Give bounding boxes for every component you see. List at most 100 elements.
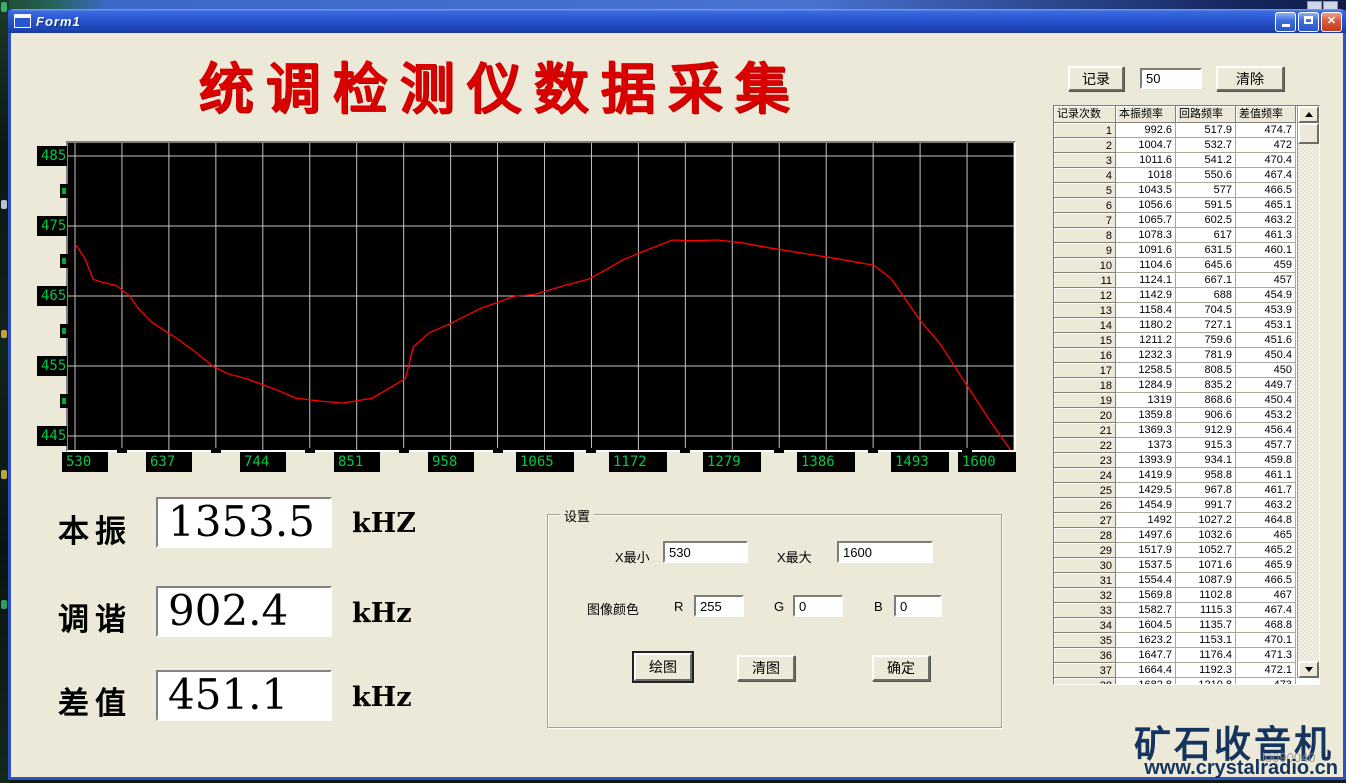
row-index-cell: 36	[1054, 648, 1116, 663]
y-axis-minor-tick	[60, 184, 72, 198]
table-scrollbar[interactable]	[1297, 106, 1319, 678]
g-input[interactable]	[793, 595, 843, 617]
row-index-cell: 12	[1054, 288, 1116, 303]
record-count-input[interactable]	[1140, 68, 1202, 89]
table-row[interactable]: 341604.51135.7468.8	[1054, 618, 1319, 633]
table-row[interactable]: 261454.9991.7463.2	[1054, 498, 1319, 513]
window-titlebar[interactable]: Form1 ✕	[8, 9, 1346, 33]
clear-records-button[interactable]: 清除	[1216, 66, 1284, 91]
x-axis-tick-label: 851	[334, 452, 380, 472]
table-row[interactable]: 61056.6591.5465.1	[1054, 198, 1319, 213]
data-cell: 1043.5	[1116, 183, 1176, 198]
table-row[interactable]: 301537.51071.6465.9	[1054, 558, 1319, 573]
data-cell: 453.1	[1236, 318, 1296, 333]
table-row[interactable]: 331582.71115.3467.4	[1054, 603, 1319, 618]
table-row[interactable]: 361647.71176.4471.3	[1054, 648, 1319, 663]
record-button[interactable]: 记录	[1068, 66, 1124, 91]
y-axis-tick-label: 445	[37, 426, 67, 446]
table-row[interactable]: 221373915.3457.7	[1054, 438, 1319, 453]
x-axis-tick-label: 1065	[516, 452, 574, 472]
table-row[interactable]: 1992.6517.9474.7	[1054, 123, 1319, 138]
x-axis-minor-tick	[493, 448, 503, 453]
table-row[interactable]: 121142.9688454.9	[1054, 288, 1319, 303]
table-row[interactable]: 111124.1667.1457	[1054, 273, 1319, 288]
data-cell: 1454.9	[1116, 498, 1176, 513]
minimize-button[interactable]	[1275, 12, 1296, 32]
data-cell: 1211.2	[1116, 333, 1176, 348]
data-cell: 472.1	[1236, 663, 1296, 678]
data-cell: 465.9	[1236, 558, 1296, 573]
data-cell: 465.2	[1236, 543, 1296, 558]
table-row[interactable]: 281497.61032.6465	[1054, 528, 1319, 543]
x-axis-minor-tick	[399, 448, 409, 453]
data-cell: 1393.9	[1116, 453, 1176, 468]
maximize-button[interactable]	[1298, 12, 1319, 32]
table-row[interactable]: 101104.6645.6459	[1054, 258, 1319, 273]
table-row[interactable]: 141180.2727.1453.1	[1054, 318, 1319, 333]
b-input[interactable]	[894, 595, 942, 617]
scroll-up-button[interactable]	[1298, 106, 1319, 123]
table-row[interactable]: 241419.9958.8461.1	[1054, 468, 1319, 483]
row-index-cell: 30	[1054, 558, 1116, 573]
data-cell: 1664.4	[1116, 663, 1176, 678]
table-row[interactable]: 321569.81102.8467	[1054, 588, 1319, 603]
data-cell: 915.3	[1176, 438, 1236, 453]
table-row[interactable]: 371664.41192.3472.1	[1054, 663, 1319, 678]
desktop-icon-fragment	[1, 2, 7, 12]
data-cell: 1102.8	[1176, 588, 1236, 603]
ok-button[interactable]: 确定	[872, 655, 930, 681]
table-row[interactable]: 31011.6541.2470.4	[1054, 153, 1319, 168]
table-row[interactable]: 2714921027.2464.8	[1054, 513, 1319, 528]
data-cell: 449.7	[1236, 378, 1296, 393]
data-cell: 1319	[1116, 393, 1176, 408]
table-row[interactable]: 171258.5808.5450	[1054, 363, 1319, 378]
table-row[interactable]: 81078.3617461.3	[1054, 228, 1319, 243]
scrollbar-thumb[interactable]	[1298, 123, 1319, 144]
data-cell: 688	[1176, 288, 1236, 303]
table-row[interactable]: 251429.5967.8461.7	[1054, 483, 1319, 498]
row-index-cell: 3	[1054, 153, 1116, 168]
table-row[interactable]: 131158.4704.5453.9	[1054, 303, 1319, 318]
data-cell: 958.8	[1176, 468, 1236, 483]
table-row[interactable]: 151211.2759.6451.6	[1054, 333, 1319, 348]
close-button[interactable]: ✕	[1321, 12, 1342, 32]
table-row[interactable]: 201359.8906.6453.2	[1054, 408, 1319, 423]
table-row[interactable]: 161232.3781.9450.4	[1054, 348, 1319, 363]
data-cell: 1604.5	[1116, 618, 1176, 633]
row-index-cell: 38	[1054, 678, 1116, 685]
row-index-cell: 23	[1054, 453, 1116, 468]
table-row[interactable]: 21004.7532.7472	[1054, 138, 1319, 153]
record-table[interactable]: 记录次数 本振频率 回路频率 差值频率 1992.6517.9474.72100…	[1053, 105, 1320, 685]
data-cell: 1359.8	[1116, 408, 1176, 423]
r-label: R	[674, 599, 683, 614]
table-row[interactable]: 91091.6631.5460.1	[1054, 243, 1319, 258]
data-cell: 1124.1	[1116, 273, 1176, 288]
row-index-cell: 19	[1054, 393, 1116, 408]
y-axis-minor-tick	[60, 394, 72, 408]
scroll-down-button[interactable]	[1298, 661, 1319, 678]
table-row[interactable]: 351623.21153.1470.1	[1054, 633, 1319, 648]
row-index-cell: 18	[1054, 378, 1116, 393]
table-row[interactable]: 231393.9934.1459.8	[1054, 453, 1319, 468]
table-row[interactable]: 191319868.6450.4	[1054, 393, 1319, 408]
page-title: 统调检测仪数据采集	[150, 44, 850, 124]
x-axis-tick-label: 637	[146, 452, 192, 472]
table-row[interactable]: 181284.9835.2449.7	[1054, 378, 1319, 393]
draw-button[interactable]: 绘图	[634, 653, 692, 681]
data-cell: 451.6	[1236, 333, 1296, 348]
x-max-input[interactable]	[837, 541, 933, 563]
table-row[interactable]: 291517.91052.7465.2	[1054, 543, 1319, 558]
table-row[interactable]: 381682.81210.8473	[1054, 678, 1319, 685]
table-row[interactable]: 41018550.6467.4	[1054, 168, 1319, 183]
r-input[interactable]	[694, 595, 744, 617]
clear-plot-button[interactable]: 清图	[737, 655, 795, 681]
table-row[interactable]: 71065.7602.5463.2	[1054, 213, 1319, 228]
table-row[interactable]: 311554.41087.9466.5	[1054, 573, 1319, 588]
record-table-body: 1992.6517.9474.721004.7532.747231011.654…	[1054, 123, 1319, 685]
row-index-cell: 6	[1054, 198, 1116, 213]
x-min-input[interactable]	[663, 541, 748, 563]
data-cell: 1258.5	[1116, 363, 1176, 378]
table-row[interactable]: 51043.5577466.5	[1054, 183, 1319, 198]
table-row[interactable]: 211369.3912.9456.4	[1054, 423, 1319, 438]
column-header: 差值频率	[1236, 106, 1296, 123]
